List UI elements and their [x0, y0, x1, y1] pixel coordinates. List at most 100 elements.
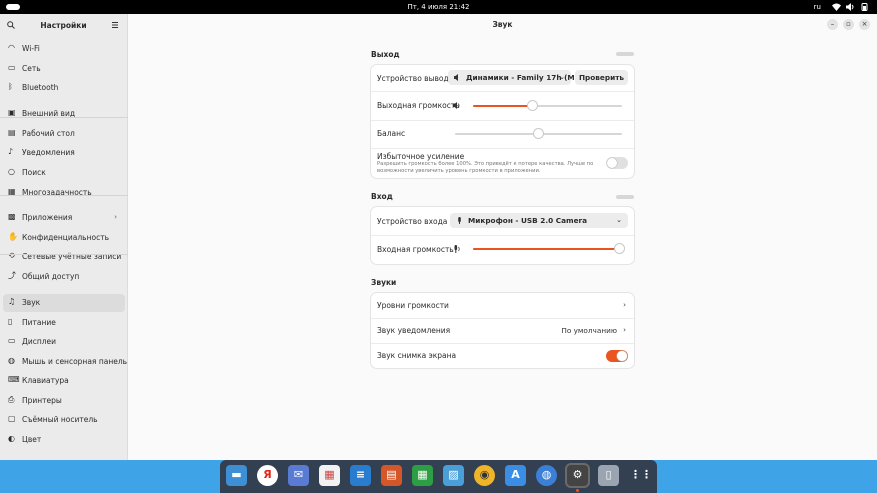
- sidebar-item-label: Звук: [22, 298, 41, 307]
- input-card: Устройство входа Микрофон - USB 2.0 Came…: [371, 207, 634, 264]
- bluetooth-icon: ᛒ: [8, 82, 13, 91]
- network-icon: [832, 3, 841, 11]
- sidebar-item-9[interactable]: ✋ Конфиденциальность: [3, 229, 125, 247]
- microphone-icon: [453, 245, 461, 255]
- volume-levels-row[interactable]: Уровни громкости ›: [371, 293, 634, 318]
- speaker-icon: [454, 74, 461, 81]
- sidebar-item-18[interactable]: ▢ Съёмный носитель: [3, 411, 125, 429]
- display-icon: ▭: [8, 336, 16, 345]
- sound-panel: Звук – ▫ × Выход Устройство вывода Динам…: [128, 14, 877, 460]
- sidebar-item-16[interactable]: ⌨ Клавиатура: [3, 372, 125, 390]
- input-device-dropdown[interactable]: Микрофон - USB 2.0 Camera ⌄: [450, 213, 628, 228]
- sidebar-item-19[interactable]: ◐ Цвет: [3, 431, 125, 449]
- output-device-row: Устройство вывода Динамики - Family 17h …: [371, 65, 634, 91]
- clock[interactable]: Пт, 4 июля 21:42: [0, 3, 877, 11]
- sidebar-item-4[interactable]: ▤ Рабочий стол: [3, 125, 125, 143]
- yandex-browser-icon[interactable]: Я: [257, 465, 278, 486]
- sidebar-item-6[interactable]: ○ Поиск: [3, 164, 125, 182]
- overamp-switch[interactable]: [606, 157, 628, 169]
- input-device-label: Устройство входа: [377, 217, 448, 226]
- mail-icon[interactable]: ✉: [288, 465, 309, 486]
- desktop-icon: ▤: [8, 128, 16, 137]
- sidebar-header: Настройки: [0, 14, 127, 36]
- input-device-row: Устройство входа Микрофон - USB 2.0 Came…: [371, 207, 634, 235]
- trash-icon[interactable]: ▯: [598, 465, 619, 486]
- output-volume-slider[interactable]: [473, 101, 622, 110]
- input-volume-knob[interactable]: [614, 244, 624, 253]
- output-volume-knob[interactable]: [528, 101, 538, 110]
- screenshot-sound-switch[interactable]: [606, 350, 628, 362]
- sidebar-item-15[interactable]: ◍ Мышь и сенсорная панель: [3, 353, 127, 371]
- show-apps-icon[interactable]: ⋮⋮: [630, 465, 652, 486]
- minimize-button[interactable]: –: [827, 19, 838, 30]
- input-volume-slider[interactable]: [473, 244, 624, 253]
- calc-icon[interactable]: ▦: [412, 465, 433, 486]
- volume-icon: [453, 102, 461, 111]
- sidebar-item-label: Уведомления: [22, 148, 75, 157]
- keyboard-layout[interactable]: ru: [814, 3, 821, 11]
- sidebar-item-3[interactable]: ▣ Внешний вид: [3, 105, 125, 123]
- sidebar-item-label: Питание: [22, 318, 56, 327]
- apps-icon: ▩: [8, 212, 16, 221]
- sidebar-item-14[interactable]: ▭ Дисплеи: [3, 333, 125, 351]
- sidebar-item-10[interactable]: ⟲ Сетевые учётные записи: [3, 248, 125, 266]
- wifi-icon: ◠: [8, 43, 15, 52]
- app-center-icon[interactable]: A: [505, 465, 526, 486]
- maximize-button[interactable]: ▫: [843, 19, 854, 30]
- screenshot-sound-row: Звук снимка экрана: [371, 344, 634, 368]
- balance-knob[interactable]: [534, 129, 543, 138]
- sounds-section-title: Звуки: [371, 278, 397, 287]
- network-icon: ▭: [8, 63, 16, 72]
- impress-icon[interactable]: ▤: [381, 465, 402, 486]
- balance-label: Баланс: [377, 129, 406, 138]
- sidebar-item-8[interactable]: ▩ Приложения ›: [3, 209, 125, 227]
- close-button[interactable]: ×: [859, 19, 870, 30]
- sidebar-item-13[interactable]: ▯ Питание: [3, 314, 125, 332]
- calendar-icon[interactable]: ▦: [319, 465, 340, 486]
- output-device-dropdown[interactable]: Динамики - Family 17h (M... ⌄: [448, 70, 583, 85]
- overamp-label: Избыточное усиление: [377, 152, 465, 161]
- system-tray[interactable]: [832, 3, 869, 11]
- input-volume-row: Входная громкость: [371, 236, 634, 264]
- input-section-toggle[interactable]: [616, 195, 634, 199]
- sidebar-title: Настройки: [40, 21, 87, 30]
- chevron-right-icon: ›: [623, 300, 626, 309]
- chevron-right-icon: ›: [623, 325, 626, 334]
- input-volume-label: Входная громкость: [377, 245, 454, 254]
- sidebar-item-12[interactable]: ♫ Звук: [3, 294, 125, 312]
- sounds-card: Уровни громкости › Звук уведомления По у…: [371, 293, 634, 368]
- writer-icon[interactable]: ≡: [350, 465, 371, 486]
- sidebar-item-2[interactable]: ᛒ Bluetooth: [3, 79, 125, 97]
- sidebar-item-7[interactable]: ▦ Многозадачность: [3, 184, 125, 202]
- power-icon: ▯: [8, 317, 13, 326]
- output-section-toggle[interactable]: [616, 52, 634, 56]
- power-icon: [860, 3, 869, 11]
- page-title: Звук: [492, 20, 513, 29]
- sidebar-item-0[interactable]: ◠ Wi-Fi: [3, 40, 125, 58]
- volume-levels-label: Уровни громкости: [377, 301, 449, 310]
- balance-slider[interactable]: [455, 129, 622, 138]
- privacy-icon: ✋: [8, 232, 18, 241]
- menu-icon[interactable]: [111, 21, 119, 29]
- sidebar-item-11[interactable]: ⤴ Общий доступ: [3, 268, 125, 286]
- test-button[interactable]: Проверить: [575, 70, 628, 85]
- alert-sound-label: Звук уведомления: [377, 326, 451, 335]
- overamp-description: Разрешить громкость более 100%. Это прив…: [377, 161, 594, 174]
- mouse-icon: ◍: [8, 356, 15, 365]
- sidebar-item-5[interactable]: ♪ Уведомления: [3, 144, 125, 162]
- alert-sound-row[interactable]: Звук уведомления По умолчанию ›: [371, 319, 634, 343]
- settings-icon[interactable]: ⚙: [567, 465, 588, 486]
- settings-window: Настройки ◠ Wi-Fi ▭ Сеть ᛒ Bluetooth ▣ Внешний …: [0, 14, 877, 460]
- image-viewer-icon[interactable]: ▨: [443, 465, 464, 486]
- sidebar: Настройки ◠ Wi-Fi ▭ Сеть ᛒ Bluetooth ▣ Внешний …: [0, 14, 128, 460]
- printer-icon: ⎙: [8, 395, 15, 404]
- globe-icon[interactable]: ◍: [536, 465, 557, 486]
- files-icon[interactable]: ▬: [226, 465, 247, 486]
- sidebar-item-label: Bluetooth: [22, 83, 59, 92]
- sidebar-item-label: Дисплеи: [22, 337, 57, 346]
- input-section-title: Вход: [371, 192, 393, 201]
- sidebar-divider: [0, 117, 128, 118]
- sidebar-item-1[interactable]: ▭ Сеть: [3, 60, 125, 78]
- sidebar-item-17[interactable]: ⎙ Принтеры: [3, 392, 125, 410]
- rhythmbox-icon[interactable]: ◉: [474, 465, 495, 486]
